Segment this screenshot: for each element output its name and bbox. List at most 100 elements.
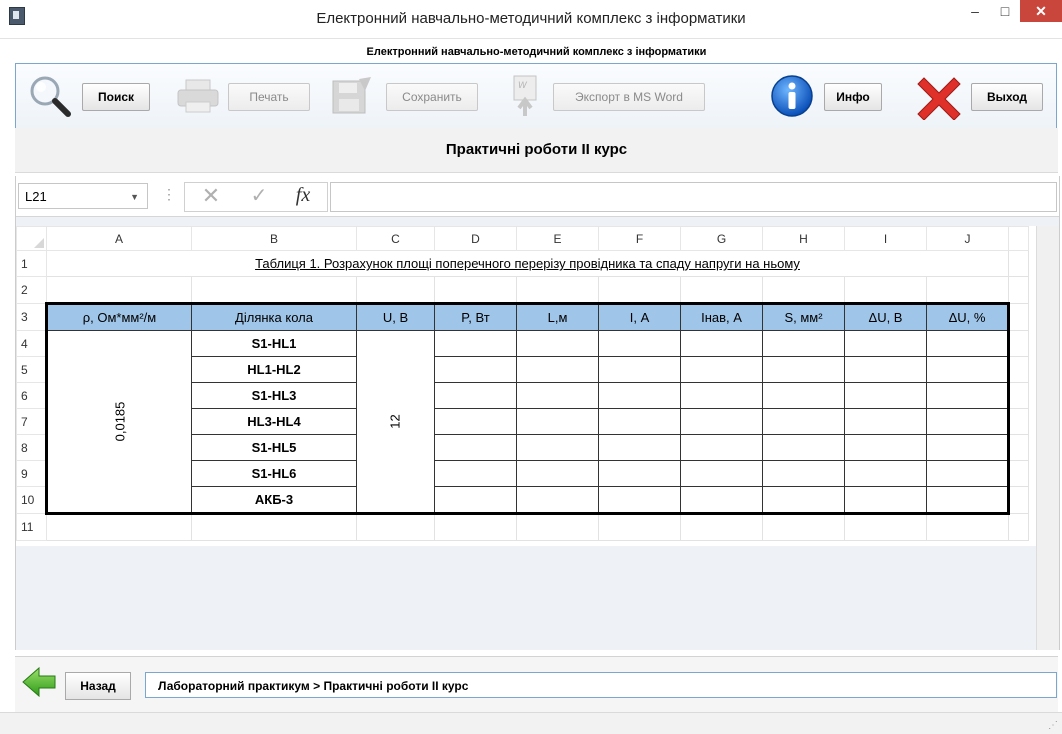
column-header[interactable]: G [680,226,763,251]
cell[interactable] [762,408,845,435]
cell[interactable] [516,513,599,541]
header-s[interactable]: S, мм² [762,302,845,331]
cell[interactable] [434,434,517,461]
formula-input[interactable] [330,182,1057,212]
cell[interactable] [598,460,681,487]
resize-grip-icon[interactable]: ⋰ [1048,721,1058,731]
save-button[interactable]: Сохранить [386,83,478,111]
search-button[interactable]: Поиск [82,83,150,111]
cell[interactable] [762,382,845,409]
row-header[interactable]: 4 [16,330,47,357]
segment-cell[interactable]: S1-HL5 [191,434,357,461]
sheet-grid[interactable]: A B C D E F G H I J 1 Таблиця 1. Розраху… [16,226,1036,546]
cell[interactable] [516,382,599,409]
cell[interactable] [434,513,517,541]
cell[interactable] [516,330,599,357]
cell[interactable] [762,356,845,383]
cell[interactable] [926,486,1010,515]
cell[interactable] [844,356,927,383]
header-segment[interactable]: Ділянка кола [191,302,357,331]
cell[interactable] [762,276,845,304]
cell[interactable] [762,513,845,541]
voltage-value-cell[interactable]: 12 [356,330,435,515]
row-header[interactable]: 1 [16,250,47,277]
cell[interactable] [516,276,599,304]
cell[interactable] [516,434,599,461]
header-l[interactable]: L,м [516,302,599,331]
cell[interactable] [680,408,763,435]
export-word-button[interactable]: Экспорт в MS Word [553,83,705,111]
cell[interactable] [46,276,192,304]
cell[interactable] [844,486,927,515]
cell[interactable] [434,356,517,383]
cell[interactable] [926,356,1010,383]
close-button[interactable]: ✕ [1020,0,1062,22]
cell[interactable] [434,382,517,409]
chevron-down-icon[interactable]: ▼ [130,184,139,210]
cell[interactable] [762,434,845,461]
cell[interactable] [434,330,517,357]
row-header[interactable]: 6 [16,382,47,409]
column-header[interactable]: B [191,226,357,251]
cell[interactable] [598,408,681,435]
cell[interactable] [434,408,517,435]
rho-value-cell[interactable]: 0,0185 [45,330,192,515]
cell[interactable] [926,434,1010,461]
row-header[interactable]: 11 [16,513,47,541]
cell[interactable] [516,486,599,515]
header-inav[interactable]: Інав, А [680,302,763,331]
column-header[interactable]: J [926,226,1009,251]
table-title[interactable]: Таблиця 1. Розрахунок площі поперечного … [46,250,1009,277]
cell[interactable] [844,330,927,357]
header-rho[interactable]: ρ, Ом*мм²/м [45,302,192,331]
cell[interactable] [516,356,599,383]
header-i[interactable]: I, А [598,302,681,331]
cell[interactable] [356,276,435,304]
cell[interactable] [680,513,763,541]
cell[interactable] [191,276,357,304]
magnifier-icon[interactable] [28,74,72,118]
cell[interactable] [926,330,1010,357]
segment-cell[interactable]: HL3-HL4 [191,408,357,435]
cell[interactable] [926,408,1010,435]
row-header[interactable]: 9 [16,460,47,487]
cell[interactable] [926,382,1010,409]
cell[interactable] [191,513,357,541]
header-du-pct[interactable]: ΔU, % [926,302,1010,331]
cell[interactable] [598,276,681,304]
back-arrow-icon[interactable] [21,666,57,698]
cell[interactable] [46,513,192,541]
cell[interactable] [680,486,763,515]
name-box[interactable]: L21 ▼ [18,183,148,209]
cell[interactable] [680,460,763,487]
header-u[interactable]: U, В [356,302,435,331]
column-header[interactable]: C [356,226,435,251]
cell[interactable] [926,513,1009,541]
cell[interactable] [926,460,1010,487]
cell[interactable] [680,276,763,304]
column-header[interactable]: I [844,226,927,251]
cell[interactable] [844,382,927,409]
segment-cell[interactable]: S1-HL3 [191,382,357,409]
cell[interactable] [598,434,681,461]
info-icon[interactable] [770,74,814,118]
row-header[interactable]: 3 [16,303,47,331]
vertical-scrollbar[interactable] [1036,226,1059,650]
cancel-icon[interactable]: ✕ [196,184,226,208]
column-header[interactable]: A [46,226,192,251]
header-p[interactable]: P, Вт [434,302,517,331]
cell[interactable] [844,434,927,461]
cell[interactable] [434,460,517,487]
cell[interactable] [762,486,845,515]
cell[interactable] [680,330,763,357]
info-button[interactable]: Инфо [824,83,882,111]
cell[interactable] [598,356,681,383]
row-header[interactable]: 7 [16,408,47,435]
enter-check-icon[interactable]: ✓ [244,184,274,208]
cell[interactable] [680,434,763,461]
cell[interactable] [926,276,1009,304]
segment-cell[interactable]: S1-HL6 [191,460,357,487]
row-header[interactable]: 2 [16,276,47,304]
cell[interactable] [434,276,517,304]
cell[interactable] [844,276,927,304]
